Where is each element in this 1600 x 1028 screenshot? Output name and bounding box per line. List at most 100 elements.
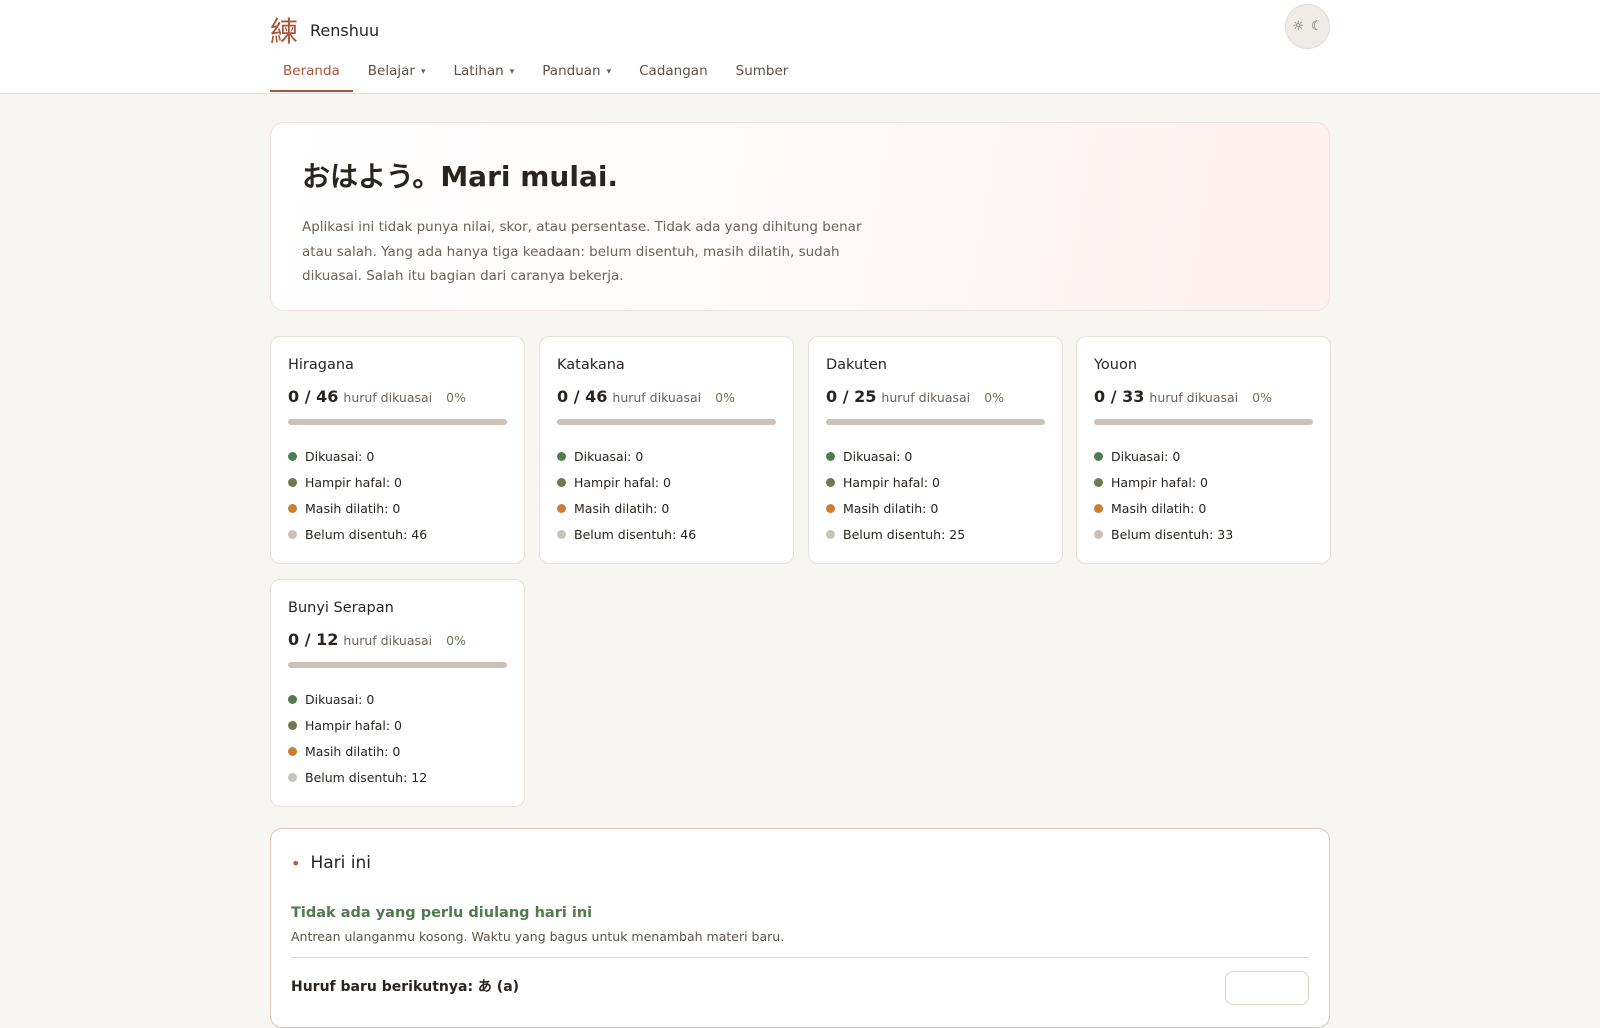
stat-label: Belum disentuh: 46 (574, 526, 697, 542)
count-label: huruf dikuasai (343, 390, 433, 405)
stat-label: Masih dilatih: 0 (305, 500, 401, 516)
stat-practicing: Masih dilatih: 0 (826, 495, 1045, 521)
stat-practicing: Masih dilatih: 0 (1094, 495, 1313, 521)
app-name: Renshuu (310, 20, 380, 40)
practicing-dot-icon (557, 503, 566, 513)
progress-bar (557, 419, 776, 425)
untouched-dot-icon (288, 529, 297, 539)
stat-label: Dikuasai: 0 (1111, 448, 1181, 464)
untouched-dot-icon (288, 772, 297, 782)
app-header: 練 Renshuu ☼ ☾ Beranda Belajar ▾ Latihan … (0, 0, 1600, 94)
nav-label: Cadangan (639, 63, 708, 79)
almost-dot-icon (1094, 477, 1103, 487)
stat-mastered: Dikuasai: 0 (1094, 443, 1313, 469)
stat-mastered: Dikuasai: 0 (288, 443, 507, 469)
today-subtext: Antrean ulanganmu kosong. Waktu yang bag… (291, 929, 1309, 958)
progress-bar (1094, 419, 1313, 425)
progress-card-youon: Youon 0 / 33 huruf dikuasai 0% Dikuasai:… (1076, 336, 1331, 564)
count-value: 0 / 12 (288, 630, 339, 649)
count-label: huruf dikuasai (343, 633, 433, 648)
nav-label: Latihan (453, 63, 504, 79)
card-title: Dakuten (826, 357, 887, 373)
card-count: 0 / 12 huruf dikuasai 0% (288, 630, 507, 649)
mastered-dot-icon (826, 451, 835, 461)
almost-dot-icon (288, 477, 297, 487)
count-label: huruf dikuasai (1149, 390, 1239, 405)
nav-item-cadangan[interactable]: Cadangan (626, 58, 721, 92)
stat-practicing: Masih dilatih: 0 (288, 738, 507, 764)
almost-dot-icon (557, 477, 566, 487)
practicing-dot-icon (288, 503, 297, 513)
nav-item-belajar[interactable]: Belajar ▾ (355, 58, 439, 92)
nav-item-sumber[interactable]: Sumber (723, 58, 802, 92)
card-count: 0 / 46 huruf dikuasai 0% (288, 387, 507, 406)
stat-practicing: Masih dilatih: 0 (288, 495, 507, 521)
next-letter-row: Huruf baru berikutnya: あ (a) (291, 971, 1309, 1005)
count-percent: 0% (984, 390, 1005, 405)
stat-label: Hampir hafal: 0 (305, 717, 403, 733)
progress-card-katakana: Katakana 0 / 46 huruf dikuasai 0% Dikuas… (539, 336, 794, 564)
next-letter-label: Huruf baru berikutnya: あ (a) (291, 979, 520, 995)
untouched-dot-icon (557, 529, 566, 539)
card-title: Hiragana (288, 357, 354, 373)
bullet-icon: • (291, 853, 301, 873)
count-label: huruf dikuasai (612, 390, 702, 405)
stat-label: Hampir hafal: 0 (1111, 474, 1209, 490)
stat-mastered: Dikuasai: 0 (557, 443, 776, 469)
count-percent: 0% (715, 390, 736, 405)
count-percent: 0% (446, 390, 467, 405)
count-value: 0 / 46 (557, 387, 608, 406)
stat-label: Dikuasai: 0 (843, 448, 913, 464)
today-panel: • Hari ini Tidak ada yang perlu diulang … (270, 828, 1330, 1028)
caret-down-icon: ▾ (420, 67, 426, 77)
card-count: 0 / 25 huruf dikuasai 0% (826, 387, 1045, 406)
card-count: 0 / 46 huruf dikuasai 0% (557, 387, 776, 406)
almost-dot-icon (826, 477, 835, 487)
mastered-dot-icon (288, 694, 297, 704)
stat-almost: Hampir hafal: 0 (1094, 469, 1313, 495)
stat-label: Belum disentuh: 12 (305, 769, 428, 785)
welcome-title: おはよう。Mari mulai. (302, 160, 619, 193)
card-title: Youon (1094, 357, 1138, 373)
nav-item-beranda[interactable]: Beranda (270, 58, 353, 92)
stat-label: Hampir hafal: 0 (305, 474, 403, 490)
progress-bar (826, 419, 1045, 425)
stat-almost: Hampir hafal: 0 (557, 469, 776, 495)
stat-label: Belum disentuh: 25 (843, 526, 966, 542)
moon-icon: ☾ (1311, 19, 1323, 34)
caret-down-icon: ▾ (509, 67, 515, 77)
progress-bar (288, 662, 507, 668)
stat-label: Hampir hafal: 0 (574, 474, 672, 490)
stat-almost: Hampir hafal: 0 (288, 469, 507, 495)
logo[interactable]: 練 Renshuu (270, 10, 379, 50)
nav-item-latihan[interactable]: Latihan ▾ (441, 58, 528, 92)
stat-label: Masih dilatih: 0 (1111, 500, 1207, 516)
stat-untouched: Belum disentuh: 46 (288, 521, 507, 547)
mastered-dot-icon (557, 451, 566, 461)
count-value: 0 / 33 (1094, 387, 1145, 406)
practicing-dot-icon (826, 503, 835, 513)
welcome-panel: おはよう。Mari mulai. Aplikasi ini tidak puny… (270, 122, 1330, 311)
stat-label: Belum disentuh: 46 (305, 526, 428, 542)
count-percent: 0% (446, 633, 467, 648)
stat-untouched: Belum disentuh: 33 (1094, 521, 1313, 547)
card-title: Katakana (557, 357, 625, 373)
today-message: Tidak ada yang perlu diulang hari ini (291, 905, 593, 921)
nav-label: Belajar (367, 63, 415, 79)
stat-label: Hampir hafal: 0 (843, 474, 941, 490)
mastered-dot-icon (288, 451, 297, 461)
progress-card-hiragana: Hiragana 0 / 46 huruf dikuasai 0% Dikuas… (270, 336, 525, 564)
nav-label: Panduan (542, 63, 601, 79)
nav-item-panduan[interactable]: Panduan ▾ (529, 58, 624, 92)
nav-label: Sumber (735, 63, 789, 79)
theme-toggle-button[interactable]: ☼ ☾ (1285, 4, 1330, 49)
stat-untouched: Belum disentuh: 25 (826, 521, 1045, 547)
stat-almost: Hampir hafal: 0 (288, 712, 507, 738)
stat-untouched: Belum disentuh: 46 (557, 521, 776, 547)
untouched-dot-icon (826, 529, 835, 539)
today-title: Hari ini (310, 853, 371, 873)
stat-mastered: Dikuasai: 0 (826, 443, 1045, 469)
stat-practicing: Masih dilatih: 0 (557, 495, 776, 521)
logo-kanji: 練 (270, 15, 299, 48)
untouched-dot-icon (1094, 529, 1103, 539)
